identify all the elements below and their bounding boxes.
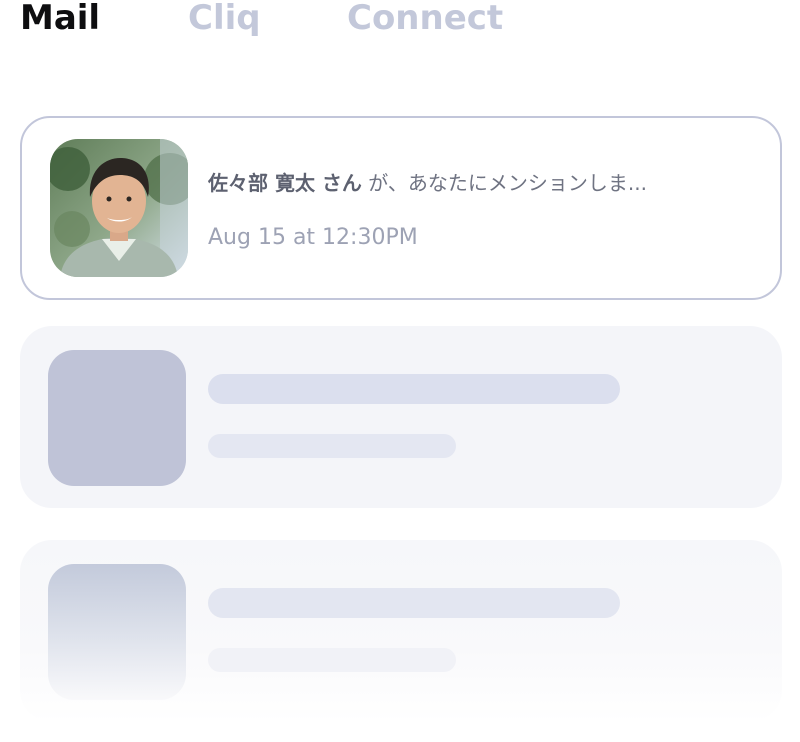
placeholder-thumbnail	[48, 350, 186, 486]
tab-cliq[interactable]: Cliq	[188, 0, 261, 40]
placeholder-title-line	[208, 374, 620, 404]
avatar	[50, 139, 188, 277]
placeholder-title-line	[208, 588, 620, 618]
notification-message: 佐々部 寛太 さん が、あなたにメンションしま...	[208, 170, 647, 196]
placeholder-subtitle-line	[208, 434, 456, 458]
notification-card[interactable]: 佐々部 寛太 さん が、あなたにメンションしま... Aug 15 at 12:…	[20, 116, 782, 300]
person-photo-icon	[50, 139, 188, 277]
mention-text: が、あなたにメンションしま...	[361, 171, 647, 195]
tab-mail[interactable]: Mail	[20, 0, 100, 40]
placeholder-thumbnail	[48, 564, 186, 700]
placeholder-subtitle-line	[208, 648, 456, 672]
loading-placeholder-card	[20, 326, 782, 508]
tab-connect[interactable]: Connect	[347, 0, 503, 40]
loading-placeholder-card	[20, 540, 782, 722]
tab-bar: Mail Cliq Connect	[0, 0, 800, 60]
sender-name: 佐々部 寛太 さん	[208, 171, 362, 195]
notification-timestamp: Aug 15 at 12:30PM	[208, 225, 418, 250]
